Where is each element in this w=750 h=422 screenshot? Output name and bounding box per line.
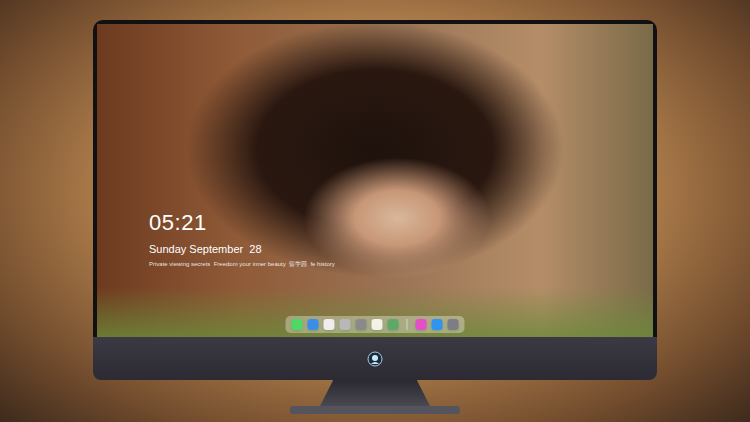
dock-app-icon[interactable] bbox=[324, 319, 335, 330]
clock-time: 05:21 bbox=[149, 210, 335, 236]
caption: Private viewing secrets Freedom your inn… bbox=[149, 260, 335, 268]
monitor-chin bbox=[93, 337, 657, 380]
lock-info: 05:21 Sunday September 28 Private viewing … bbox=[149, 210, 335, 268]
dock-app-icon[interactable] bbox=[308, 319, 319, 330]
dock-app-icon[interactable] bbox=[340, 319, 351, 330]
dock-app-icon[interactable] bbox=[372, 319, 383, 330]
brand-logo-icon bbox=[367, 351, 383, 367]
page: 05:21 Sunday September 28 Private viewing … bbox=[0, 0, 750, 422]
dock-divider bbox=[407, 319, 408, 330]
dock bbox=[286, 316, 465, 333]
dock-app-icon[interactable] bbox=[292, 319, 303, 330]
monitor: 05:21 Sunday September 28 Private viewing … bbox=[93, 20, 657, 414]
monitor-base bbox=[290, 406, 460, 414]
dock-app-icon[interactable] bbox=[388, 319, 399, 330]
dock-app-icon[interactable] bbox=[416, 319, 427, 330]
dock-app-icon[interactable] bbox=[356, 319, 367, 330]
clock-date: Sunday September 28 bbox=[149, 242, 335, 256]
dock-app-icon[interactable] bbox=[448, 319, 459, 330]
monitor-bezel: 05:21 Sunday September 28 Private viewing … bbox=[93, 20, 657, 337]
dock-app-icon[interactable] bbox=[432, 319, 443, 330]
monitor-neck bbox=[320, 380, 430, 406]
screen: 05:21 Sunday September 28 Private viewing … bbox=[97, 24, 653, 337]
